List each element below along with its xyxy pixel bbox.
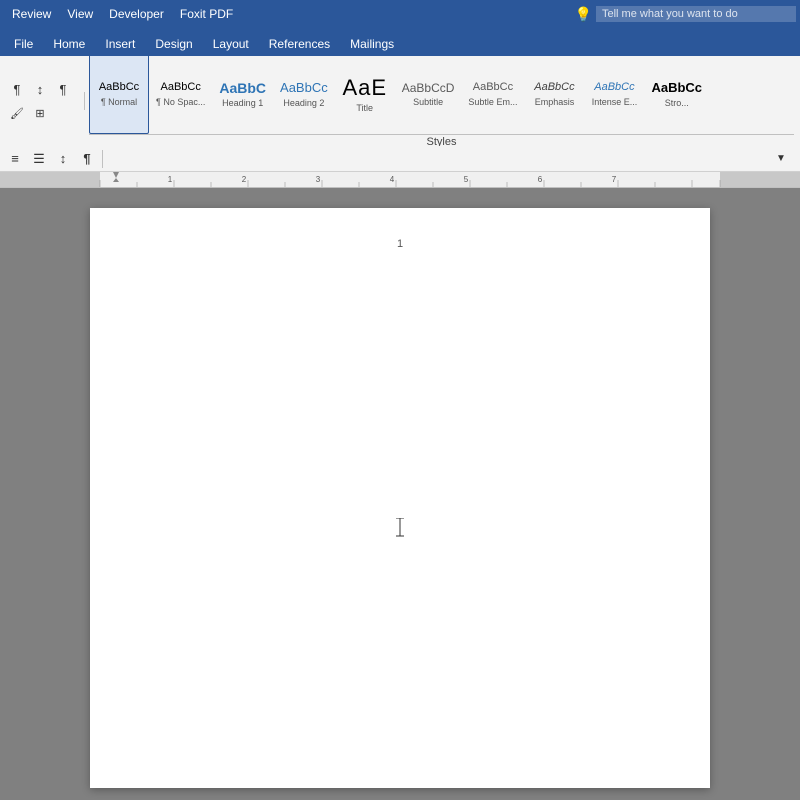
app-window: Review View Developer Foxit PDF 💡 File H… — [0, 0, 800, 800]
style-h2-preview: AaBbCc — [280, 80, 328, 96]
ribbon-tabs: File Home Insert Design Layout Reference… — [0, 28, 800, 56]
expand-btn[interactable]: ▼ — [770, 148, 792, 170]
styles-gallery: AaBbCc ¶ Normal AaBbCc ¶ No Spac... AaBb… — [89, 56, 794, 134]
svg-text:1: 1 — [168, 175, 173, 184]
tab-home[interactable]: Home — [43, 32, 95, 56]
sep-toolbar — [102, 150, 103, 168]
style-intense-em-preview: AaBbCc — [594, 81, 634, 94]
style-title-label: Title — [356, 103, 373, 113]
style-normal-preview: AaBbCc — [99, 81, 139, 94]
pilcrow-btn[interactable]: ¶ — [76, 148, 98, 170]
formatting-toolbar: ≡ ☰ ↕ ¶ ▼ — [0, 146, 800, 172]
style-title-preview: AaE — [342, 75, 387, 101]
style-subtitle-preview: AaBbCcD — [402, 81, 455, 95]
text-cursor — [393, 518, 407, 538]
style-subtitle[interactable]: AaBbCcD Subtitle — [395, 56, 462, 134]
styles-section-label: Styles — [89, 134, 794, 146]
ribbon-content: ¶ ↕ ¶ 🖌 ⊞ AaBbCc ¶ Normal AaBbCc ¶ No Sp… — [0, 56, 800, 146]
ruler-svg: 1 2 3 4 5 6 7 — [0, 172, 800, 188]
style-intense-emphasis[interactable]: AaBbCc Intense E... — [584, 56, 644, 134]
menu-bar: Review View Developer Foxit PDF 💡 — [0, 0, 800, 28]
style-intense-em-label: Intense E... — [592, 97, 638, 107]
style-emphasis[interactable]: AaBbCc Emphasis — [524, 56, 584, 134]
styles-section-bottom: Styles — [89, 134, 794, 146]
ruler: 1 2 3 4 5 6 7 — [0, 172, 800, 188]
svg-text:4: 4 — [390, 175, 395, 184]
tab-file[interactable]: File — [4, 32, 43, 56]
style-h1-preview: AaBbC — [219, 80, 266, 97]
page-number: 1 — [397, 238, 403, 250]
svg-text:5: 5 — [464, 175, 469, 184]
paragraph-group: ¶ ↕ ¶ 🖌 ⊞ — [6, 78, 74, 124]
style-normal-label: ¶ Normal — [101, 97, 137, 107]
style-no-spacing[interactable]: AaBbCc ¶ No Spac... — [149, 56, 212, 134]
tab-mailings[interactable]: Mailings — [340, 32, 404, 56]
document-page[interactable]: 1 — [90, 208, 710, 788]
align-left-btn[interactable]: ≡ — [4, 148, 26, 170]
style-h1-label: Heading 1 — [222, 98, 263, 108]
style-heading2[interactable]: AaBbCc Heading 2 — [273, 56, 335, 134]
style-strong-preview: AaBbCc — [651, 80, 702, 96]
menu-item-developer[interactable]: Developer — [101, 3, 172, 25]
style-emphasis-preview: AaBbCc — [534, 81, 574, 94]
styles-container: AaBbCc ¶ Normal AaBbCc ¶ No Spac... AaBb… — [89, 56, 794, 146]
menu-item-review[interactable]: Review — [4, 3, 59, 25]
svg-text:6: 6 — [538, 175, 543, 184]
style-nospace-preview: AaBbCc — [161, 81, 201, 94]
style-nospace-label: ¶ No Spac... — [156, 97, 205, 107]
tab-references[interactable]: References — [259, 32, 340, 56]
style-subtle-em-label: Subtle Em... — [468, 97, 517, 107]
search-input[interactable] — [596, 6, 796, 22]
style-subtitle-label: Subtitle — [413, 97, 443, 107]
show-hide-btn[interactable]: ¶ — [52, 78, 74, 100]
style-subtle-em-preview: AaBbCc — [473, 81, 513, 94]
style-title[interactable]: AaE Title — [335, 56, 395, 134]
sort-btn[interactable]: ↕ — [29, 78, 51, 100]
style-normal[interactable]: AaBbCc ¶ Normal — [89, 56, 149, 134]
style-emphasis-label: Emphasis — [535, 97, 575, 107]
sort-toolbar-btn[interactable]: ↕ — [52, 148, 74, 170]
menu-item-foxit[interactable]: Foxit PDF — [172, 3, 241, 25]
lightbulb-icon: 💡 — [575, 6, 592, 23]
style-strong[interactable]: AaBbCc Stro... — [644, 56, 709, 134]
grid-btn[interactable]: ⊞ — [29, 102, 51, 124]
tab-design[interactable]: Design — [145, 32, 202, 56]
cursor-svg — [393, 518, 407, 538]
tab-insert[interactable]: Insert — [95, 32, 145, 56]
style-heading1[interactable]: AaBbC Heading 1 — [212, 56, 273, 134]
paragraph-mark-btn[interactable]: ¶ — [6, 78, 28, 100]
svg-text:7: 7 — [612, 175, 617, 184]
svg-text:3: 3 — [316, 175, 321, 184]
align-center-btn[interactable]: ☰ — [28, 148, 50, 170]
style-subtle-emphasis[interactable]: AaBbCc Subtle Em... — [461, 56, 524, 134]
tab-layout[interactable]: Layout — [203, 32, 259, 56]
svg-text:2: 2 — [242, 175, 247, 184]
style-strong-label: Stro... — [665, 98, 689, 108]
separator-1 — [84, 92, 85, 110]
paint-format-btn[interactable]: 🖌 — [6, 102, 28, 124]
menu-item-view[interactable]: View — [59, 3, 101, 25]
style-h2-label: Heading 2 — [283, 98, 324, 108]
document-area[interactable]: 1 — [0, 188, 800, 800]
